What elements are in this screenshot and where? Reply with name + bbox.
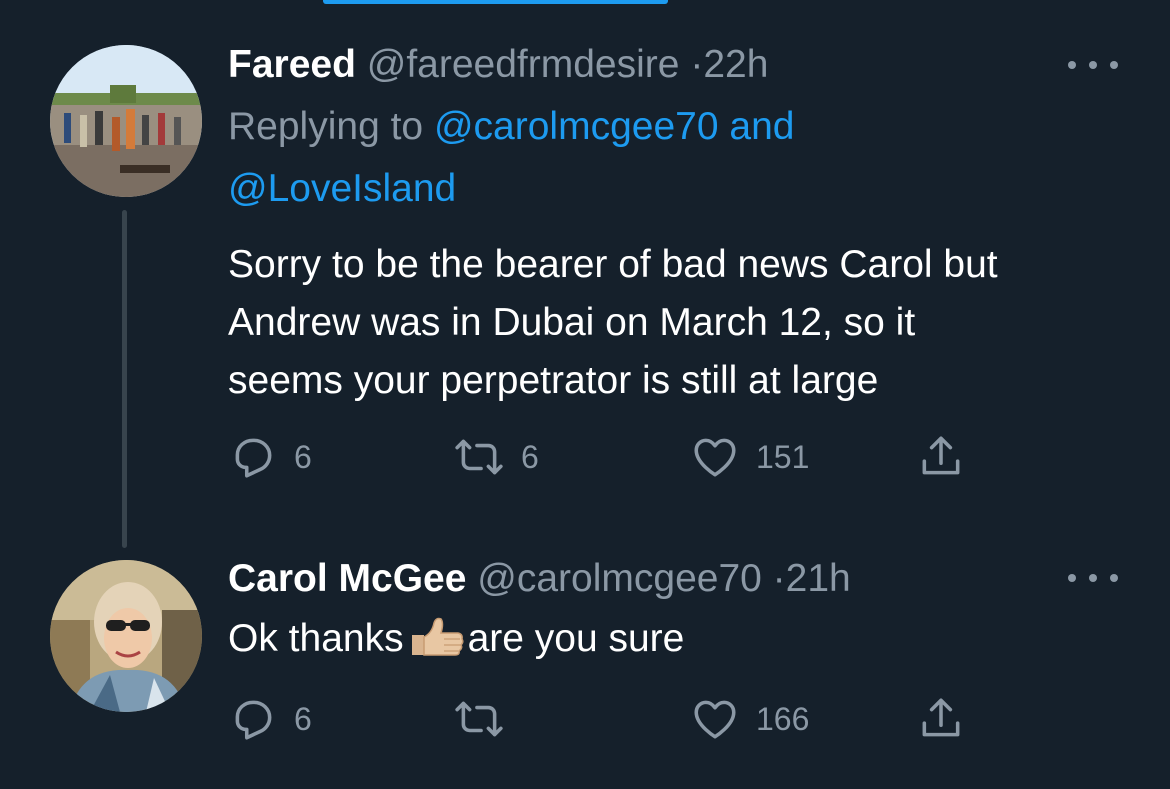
tweet-text-line: Sorry to be the bearer of bad news Carol… bbox=[228, 243, 998, 286]
tweet-time[interactable]: 21h bbox=[786, 557, 851, 600]
and-label: and bbox=[729, 105, 795, 148]
more-options-icon[interactable] bbox=[1068, 568, 1118, 588]
author-handle[interactable]: @fareedfrmdesire bbox=[367, 43, 680, 86]
tweet-text-line: seems your perpetrator is still at large bbox=[228, 359, 879, 402]
like-button[interactable]: 166 bbox=[690, 694, 809, 744]
mention-link[interactable]: @carolmcgee70 bbox=[434, 105, 719, 148]
author-handle[interactable]: @carolmcgee70 bbox=[477, 557, 762, 600]
replying-to: Replying to @carolmcgee70 and @LoveIslan… bbox=[228, 96, 794, 220]
share-button[interactable] bbox=[916, 432, 966, 482]
tweet-actions: 6 166 bbox=[228, 694, 988, 744]
heart-icon bbox=[694, 438, 736, 477]
heart-icon bbox=[694, 700, 736, 739]
retweet-button[interactable] bbox=[453, 694, 521, 744]
replying-to-label: Replying to bbox=[228, 105, 424, 148]
dot bbox=[1110, 61, 1118, 69]
reply-count: 6 bbox=[294, 700, 312, 737]
dot bbox=[1089, 61, 1097, 69]
tweet-text: Ok thanks are you sure bbox=[228, 610, 684, 668]
author-name[interactable]: Carol McGee bbox=[228, 557, 466, 600]
reply-icon bbox=[235, 438, 272, 478]
retweet-icon bbox=[455, 701, 503, 737]
time-separator: · bbox=[772, 557, 786, 600]
reply-icon bbox=[235, 700, 272, 740]
dot bbox=[1110, 574, 1118, 582]
tweet-text-line: Andrew was in Dubai on March 12, so it bbox=[228, 301, 916, 344]
dot bbox=[1068, 61, 1076, 69]
like-count: 151 bbox=[756, 438, 810, 475]
time-separator: · bbox=[690, 43, 704, 86]
tweet-time[interactable]: 22h bbox=[703, 43, 768, 86]
retweet-count: 6 bbox=[521, 438, 539, 475]
share-icon bbox=[922, 436, 960, 475]
dot bbox=[1089, 574, 1097, 582]
dot bbox=[1068, 574, 1076, 582]
thread-connector-line bbox=[122, 210, 127, 548]
tweet-header: Fareed @fareedfrmdesire ·22h bbox=[228, 42, 768, 88]
retweet-button[interactable]: 6 bbox=[453, 432, 539, 482]
share-button[interactable] bbox=[916, 694, 966, 744]
retweet-icon bbox=[455, 439, 503, 475]
mention-link[interactable]: @LoveIsland bbox=[228, 167, 456, 210]
tweet-actions: 6 6 151 bbox=[228, 432, 988, 482]
like-count: 166 bbox=[756, 700, 810, 737]
tweet-text-part: Ok thanks bbox=[228, 617, 404, 660]
tweet-text: Sorry to be the bearer of bad news Carol… bbox=[228, 236, 998, 410]
top-tab-indicator bbox=[323, 0, 668, 4]
reply-count: 6 bbox=[294, 438, 312, 475]
avatar-fareed[interactable] bbox=[50, 45, 202, 197]
like-button[interactable]: 151 bbox=[690, 432, 809, 482]
avatar-carol[interactable] bbox=[50, 560, 202, 712]
more-options-icon[interactable] bbox=[1068, 55, 1118, 75]
share-icon bbox=[922, 698, 960, 737]
tweet-text-part: are you sure bbox=[467, 617, 685, 660]
thumbs-up-icon bbox=[411, 617, 464, 656]
author-name[interactable]: Fareed bbox=[228, 43, 356, 86]
reply-button[interactable]: 6 bbox=[228, 694, 312, 744]
tweet-header: Carol McGee @carolmcgee70 ·21h bbox=[228, 556, 851, 602]
reply-button[interactable]: 6 bbox=[228, 432, 312, 482]
